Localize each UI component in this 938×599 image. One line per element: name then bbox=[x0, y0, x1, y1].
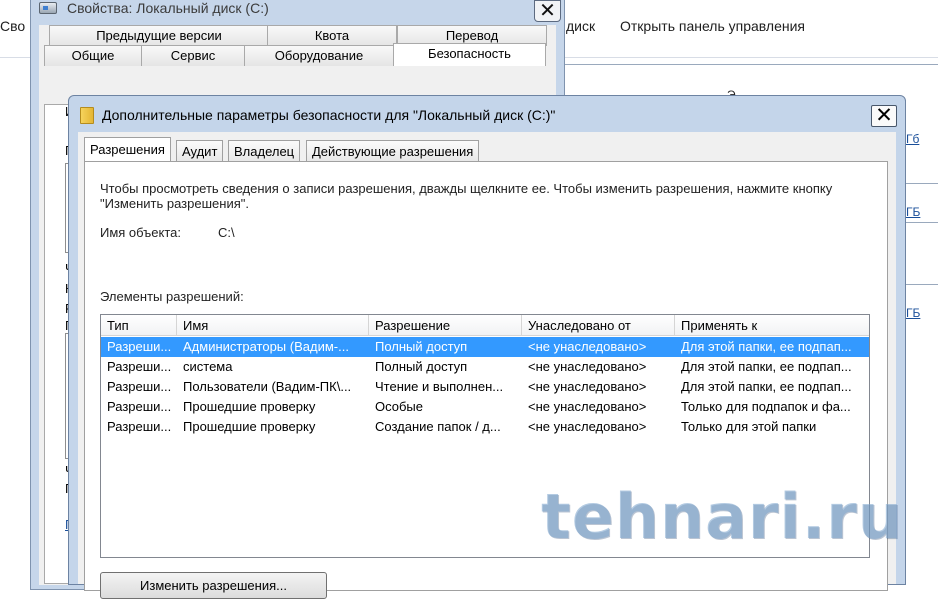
column-header-apply-to[interactable]: Применять к bbox=[675, 315, 869, 335]
cell-type: Разреши... bbox=[107, 339, 172, 354]
tab-previous-versions[interactable]: Предыдущие версии bbox=[49, 25, 269, 46]
cell-apply-to: Для этой папки, ее подпап... bbox=[681, 359, 852, 374]
cell-permission: Полный доступ bbox=[375, 359, 468, 374]
advanced-title: Дополнительные параметры безопасности дл… bbox=[102, 107, 556, 123]
properties-title-bar: Свойства: Локальный диск (С:) ✕ bbox=[37, 0, 561, 22]
advanced-title-bar: Дополнительные параметры безопасности дл… bbox=[77, 104, 897, 128]
column-header-permission[interactable]: Разрешение bbox=[369, 315, 522, 335]
cell-apply-to: Только для этой папки bbox=[681, 419, 817, 434]
explorer-size-fragment: Гб bbox=[906, 132, 920, 146]
instructions-text: Чтобы просмотреть сведения о записи разр… bbox=[100, 181, 833, 211]
permission-entries-label: Элементы разрешений: bbox=[100, 289, 244, 304]
cell-permission: Полный доступ bbox=[375, 339, 468, 354]
cell-type: Разреши... bbox=[107, 379, 172, 394]
cell-inherited-from: <не унаследовано> bbox=[528, 379, 647, 394]
table-row[interactable]: Разреши... система Полный доступ <не уна… bbox=[101, 357, 869, 377]
column-header-inherited-from[interactable]: Унаследовано от bbox=[522, 315, 675, 335]
cell-name: Пользователи (Вадим-ПК\... bbox=[183, 379, 352, 394]
tab-security[interactable]: Безопасность bbox=[393, 43, 546, 66]
explorer-command-control-panel[interactable]: Открыть панель управления bbox=[620, 18, 805, 34]
cell-inherited-from: <не унаследовано> bbox=[528, 359, 647, 374]
cell-name: Администраторы (Вадим-... bbox=[183, 339, 349, 354]
advanced-close-button[interactable]: ✕ bbox=[871, 105, 897, 127]
tab-hardware[interactable]: Оборудование bbox=[244, 45, 394, 66]
tab-audit[interactable]: Аудит bbox=[176, 140, 224, 162]
folder-icon bbox=[80, 107, 94, 124]
tab-quota[interactable]: Квота bbox=[267, 25, 397, 46]
drive-icon bbox=[39, 2, 57, 14]
cell-permission: Создание папок / д... bbox=[375, 419, 501, 434]
properties-title: Свойства: Локальный диск (С:) bbox=[67, 0, 269, 16]
cell-permission: Чтение и выполнен... bbox=[375, 379, 504, 394]
object-name-label: Имя объекта: bbox=[100, 225, 182, 240]
cell-apply-to: Для этой папки, ее подпап... bbox=[681, 379, 852, 394]
cell-name: Прошедшие проверку bbox=[183, 419, 316, 434]
table-row[interactable]: Разреши... Администраторы (Вадим-... Пол… bbox=[101, 337, 869, 357]
cell-apply-to: Только для подпапок и фа... bbox=[681, 399, 851, 414]
properties-close-button[interactable]: ✕ bbox=[534, 0, 561, 22]
column-header-name[interactable]: Имя bbox=[177, 315, 369, 335]
tab-permissions[interactable]: Разрешения bbox=[84, 137, 171, 162]
tab-effective-permissions[interactable]: Действующие разрешения bbox=[306, 140, 480, 162]
cell-inherited-from: <не унаследовано> bbox=[528, 339, 647, 354]
cell-name: система bbox=[183, 359, 233, 374]
explorer-command-properties[interactable]: Сво bbox=[0, 18, 25, 34]
cell-type: Разреши... bbox=[107, 419, 172, 434]
explorer-divider bbox=[560, 64, 938, 65]
cell-type: Разреши... bbox=[107, 399, 172, 414]
explorer-size-fragment: ГБ bbox=[906, 205, 921, 219]
cell-name: Прошедшие проверку bbox=[183, 399, 316, 414]
cell-inherited-from: <не унаследовано> bbox=[528, 419, 647, 434]
list-header: Тип Имя Разрешение Унаследовано от Приме… bbox=[101, 315, 869, 336]
watermark-logo: tehnari.ru bbox=[541, 480, 903, 553]
table-row[interactable]: Разреши... Прошедшие проверку Особые <не… bbox=[101, 397, 869, 417]
change-permissions-button[interactable]: Изменить разрешения... bbox=[100, 572, 327, 599]
cell-apply-to: Для этой папки, ее подпап... bbox=[681, 339, 852, 354]
tab-service[interactable]: Сервис bbox=[141, 45, 245, 66]
column-header-type[interactable]: Тип bbox=[101, 315, 177, 335]
tab-general[interactable]: Общие bbox=[44, 45, 142, 66]
explorer-command-disk[interactable]: диск bbox=[566, 18, 595, 34]
object-name-value: C:\ bbox=[218, 225, 235, 240]
table-row[interactable]: Разреши... Прошедшие проверку Создание п… bbox=[101, 417, 869, 437]
cell-permission: Особые bbox=[375, 399, 424, 414]
cell-inherited-from: <не унаследовано> bbox=[528, 399, 647, 414]
explorer-size-fragment: ГБ bbox=[906, 306, 921, 320]
table-row[interactable]: Разреши... Пользователи (Вадим-ПК\... Чт… bbox=[101, 377, 869, 397]
cell-type: Разреши... bbox=[107, 359, 172, 374]
tab-owner[interactable]: Владелец bbox=[228, 140, 301, 162]
